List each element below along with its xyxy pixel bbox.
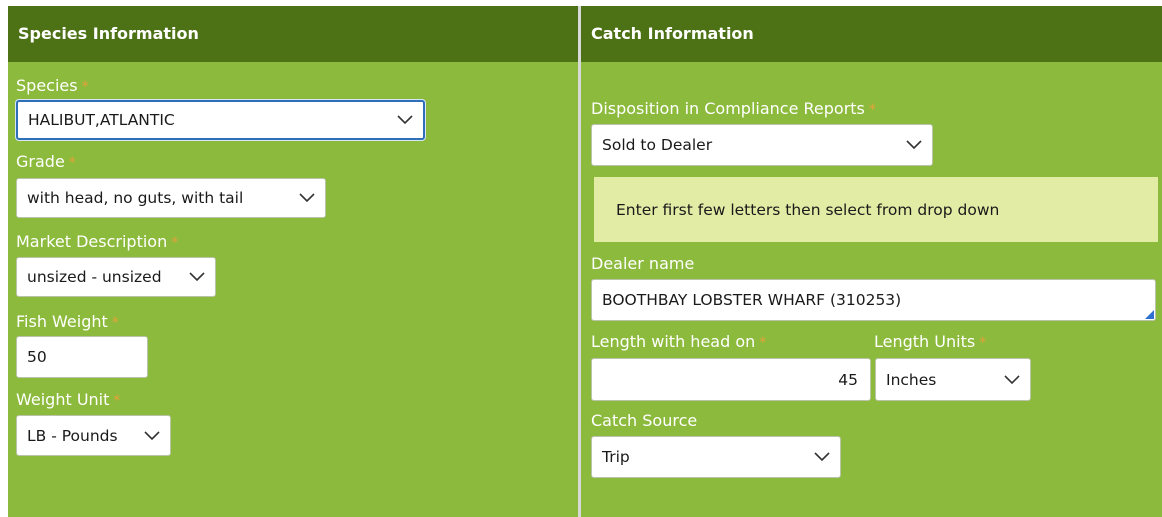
dealer-name-input[interactable]: BOOTHBAY LOBSTER WHARF (310253) <box>591 279 1156 321</box>
grade-label-text: Grade <box>16 152 65 171</box>
chevron-down-icon <box>1004 374 1020 384</box>
grade-label: Grade * <box>16 152 76 171</box>
market-description-label: Market Description * <box>16 232 178 251</box>
dealer-hint-text: Enter first few letters then select from… <box>616 200 1000 219</box>
grade-select[interactable]: with head, no guts, with tail <box>16 178 326 218</box>
species-label: Species * <box>16 76 89 95</box>
chevron-down-icon <box>299 193 315 203</box>
length-with-head-label: Length with head on * <box>591 332 766 351</box>
length-with-head-label-text: Length with head on <box>591 332 756 351</box>
length-units-required-mark: * <box>979 335 987 351</box>
catch-information-header: Catch Information <box>581 6 1162 62</box>
chevron-down-icon <box>144 430 160 440</box>
species-required-mark: * <box>81 79 89 95</box>
length-with-head-input[interactable]: 45 <box>591 358 871 401</box>
disposition-select[interactable]: Sold to Dealer <box>591 124 933 166</box>
dealer-name-input-value: BOOTHBAY LOBSTER WHARF (310253) <box>602 291 902 309</box>
weight-unit-required-mark: * <box>113 393 121 409</box>
market-description-label-text: Market Description <box>16 232 168 251</box>
species-select-value: HALIBUT,ATLANTIC <box>28 111 175 129</box>
catch-source-label: Catch Source <box>591 411 697 430</box>
resize-handle-icon[interactable] <box>1145 310 1154 319</box>
length-with-head-input-value: 45 <box>838 370 858 389</box>
length-units-select[interactable]: Inches <box>875 358 1031 401</box>
fish-weight-required-mark: * <box>111 315 119 331</box>
dealer-name-label: Dealer name <box>591 254 694 273</box>
disposition-label-text: Disposition in Compliance Reports <box>591 99 865 118</box>
weight-unit-select[interactable]: LB - Pounds <box>16 415 171 456</box>
catch-source-label-text: Catch Source <box>591 411 698 430</box>
chevron-down-icon <box>814 452 830 462</box>
dealer-hint-box: Enter first few letters then select from… <box>594 177 1158 242</box>
weight-unit-label: Weight Unit * <box>16 390 120 409</box>
disposition-label: Disposition in Compliance Reports * <box>591 99 876 118</box>
species-information-panel: Species Information Species * HALIBUT,ATL… <box>8 6 578 517</box>
fish-weight-input-value: 50 <box>27 348 47 366</box>
dealer-name-label-text: Dealer name <box>591 254 695 273</box>
chevron-down-icon <box>397 115 413 125</box>
species-label-text: Species <box>16 76 78 95</box>
weight-unit-select-value: LB - Pounds <box>27 426 118 445</box>
catch-source-select[interactable]: Trip <box>591 436 841 478</box>
length-units-select-value: Inches <box>886 370 937 389</box>
chevron-down-icon <box>189 272 205 282</box>
length-units-label: Length Units * <box>874 332 986 351</box>
form-frame: Species Information Species * HALIBUT,ATL… <box>0 0 1162 517</box>
grade-select-value: with head, no guts, with tail <box>27 189 244 207</box>
fish-weight-input[interactable]: 50 <box>16 336 148 378</box>
disposition-select-value: Sold to Dealer <box>602 136 713 154</box>
species-select[interactable]: HALIBUT,ATLANTIC <box>16 100 425 140</box>
market-description-select-value: unsized - unsized <box>27 268 162 286</box>
market-description-required-mark: * <box>171 235 179 251</box>
fish-weight-label: Fish Weight * <box>16 312 119 331</box>
market-description-select[interactable]: unsized - unsized <box>16 257 216 297</box>
length-with-head-required-mark: * <box>759 335 767 351</box>
grade-required-mark: * <box>68 155 76 171</box>
fish-weight-label-text: Fish Weight <box>16 312 108 331</box>
disposition-required-mark: * <box>868 102 876 118</box>
weight-unit-label-text: Weight Unit <box>16 390 110 409</box>
species-information-header: Species Information <box>8 6 578 62</box>
length-units-label-text: Length Units <box>874 332 976 351</box>
catch-source-select-value: Trip <box>602 448 630 466</box>
chevron-down-icon <box>906 140 922 150</box>
catch-information-panel: Catch Information Disposition in Complia… <box>581 6 1162 517</box>
